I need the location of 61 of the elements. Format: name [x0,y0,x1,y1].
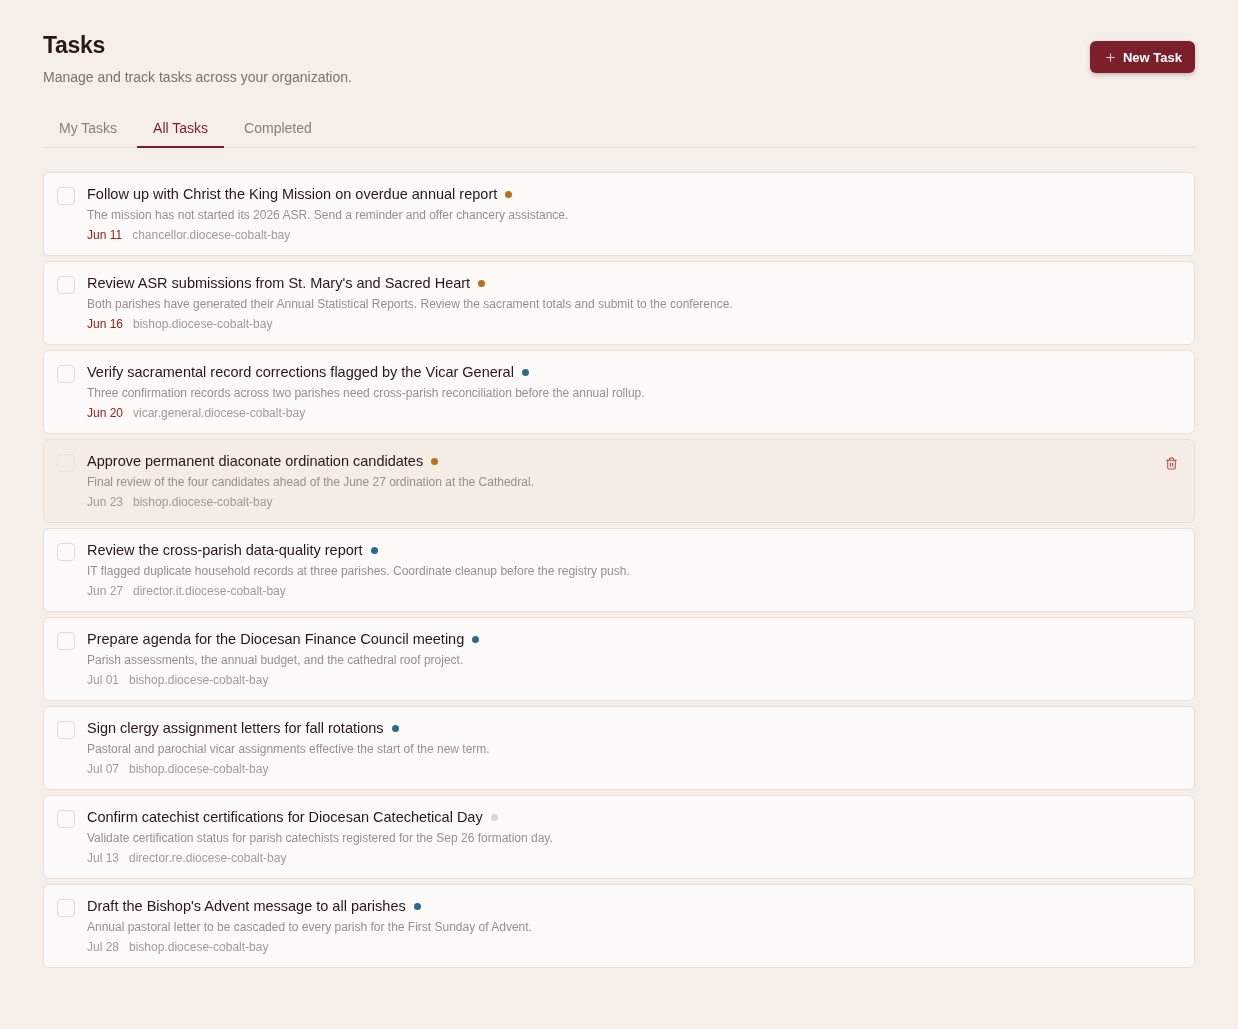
task-assignee: bishop.diocese-cobalt-bay [129,761,269,777]
task-assignee: bishop.diocese-cobalt-bay [133,316,273,332]
due-date: Jun 20 [87,405,124,421]
task-checkbox[interactable] [57,365,75,383]
due-date: Jun 11 [87,227,123,243]
tab[interactable]: All Tasks [137,111,225,148]
task-checkbox[interactable] [57,187,75,205]
task-checkbox[interactable] [57,899,75,917]
task-title: Prepare agenda for the Diocesan Finance Council meeting [87,630,465,649]
task-assignee: director.re.diocese-cobalt-bay [129,850,287,866]
task-checkbox[interactable] [57,810,75,828]
task-title: Sign clergy assignment letters for fall rotations [87,719,384,738]
due-date: Jun 27 [87,583,124,599]
task-description: Final review of the four candidates ahead of the June 27 ordination at the Cathedral. [87,474,535,490]
task-description: Both parishes have generated their Annual Statistical Reports. Review the sacrament totals and submit to the conference. [87,296,734,312]
tab[interactable]: My Tasks [43,111,134,148]
task-card[interactable]: Sign clergy assignment letters for fall rotations Pastoral and parochial vicar assignments effective the start of the new term. Jul 07 bishop.diocese-cobalt-bay [43,706,1195,790]
task-checkbox[interactable] [57,632,75,650]
task-description: Three confirmation records across two parishes need cross-parish reconciliation before the annual rollup. [87,385,646,401]
due-date: Jul 13 [87,850,120,866]
task-description: The mission has not started its 2026 ASR. Send a reminder and offer chancery assistance. [87,207,570,223]
task-title: Approve permanent diaconate ordination candidates [87,452,424,471]
task-card[interactable]: Prepare agenda for the Diocesan Finance Council meeting Parish assessments, the annual budget, and the cathedral roof project. Jul 01 bishop.diocese-cobalt-bay [43,617,1195,701]
task-title: Review the cross-parish data-quality report [87,541,363,560]
task-description: Validate certification status for parish catechists registered for the Sep 26 formation day. [87,830,554,846]
task-title: Confirm catechist certifications for Diocesan Catechetical Day [87,808,483,827]
tab[interactable]: Completed [228,111,328,148]
new-task-button[interactable]: New Task [1090,41,1195,73]
task-title: Draft the Bishop's Advent message to all parishes [87,897,406,916]
page-subtitle: Manage and track tasks across your organization. [43,68,352,86]
task-card[interactable] [43,350,1195,434]
task-card[interactable]: Review the cross-parish data-quality report IT flagged duplicate household records at three parishes. Coordinate cleanup before the registry push. Jun 27 director.it.diocese-cobalt-bay [43,528,1195,612]
task-title: Verify sacramental record corrections flagged by the Vicar General [87,363,514,382]
task-assignee: bishop.diocese-cobalt-bay [129,672,269,688]
task-title: Follow up with Christ the King Mission on overdue annual report [87,185,498,204]
task-description: IT flagged duplicate household records at three parishes. Coordinate cleanup before the registry push. [87,563,631,579]
task-assignee: bishop.diocese-cobalt-bay [129,939,269,955]
page-title: Tasks [43,31,106,59]
task-card[interactable]: Confirm catechist certifications for Diocesan Catechetical Day Validate certification status for parish catechists registered for the Sep 26 formation day. Jul 13 director.re.diocese-cobalt-bay [43,795,1195,879]
due-date: Jul 07 [87,761,120,777]
task-checkbox[interactable] [57,543,75,561]
task-description: Parish assessments, the annual budget, and the cathedral roof project. [87,652,465,668]
task-card[interactable]: Follow up with Christ the King Mission on overdue annual report The mission has not started its 2026 ASR. Send a reminder and offer chancery assistance. Jun 11 chancellor.diocese-cobalt-bay [43,172,1195,256]
task-assignee: chancellor.diocese-cobalt-bay [132,227,291,243]
task-title: Review ASR submissions from St. Mary's and Sacred Heart [87,274,471,293]
task-checkbox[interactable] [57,721,75,739]
task-card[interactable] [43,261,1195,345]
due-date: Jul 28 [87,939,120,955]
task-assignee: director.it.diocese-cobalt-bay [133,583,286,599]
task-assignee: vicar.general.diocese-cobalt-bay [133,405,306,421]
task-description: Annual pastoral letter to be cascaded to every parish for the First Sunday of Advent. [87,919,533,935]
due-date: Jun 23 [87,494,124,510]
due-date: Jul 01 [87,672,120,688]
due-date: Jun 16 [87,316,124,332]
task-card[interactable]: Draft the Bishop's Advent message to all parishes Annual pastoral letter to be cascaded to every parish for the First Sunday of Advent. Jul 28 bishop.diocese-cobalt-bay [43,884,1195,968]
task-card[interactable]: Approve permanent diaconate ordination candidates Final review of the four candidates ahead of the June 27 ordination at the Cathedral. Jun 23 bishop.diocese-cobalt-bay [43,439,1195,523]
delete-icon[interactable] [1165,457,1178,470]
task-checkbox[interactable] [57,276,75,294]
task-assignee: bishop.diocese-cobalt-bay [133,494,273,510]
plus-icon [1104,50,1117,64]
task-description: Pastoral and parochial vicar assignments effective the start of the new term. [87,741,491,757]
